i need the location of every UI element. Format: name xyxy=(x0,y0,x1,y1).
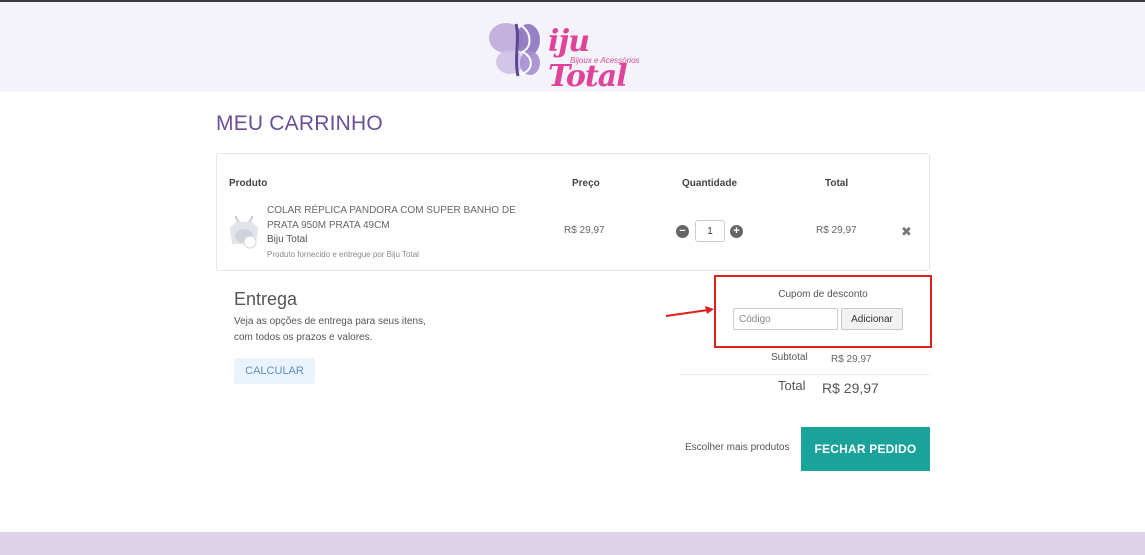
header-total: Total xyxy=(825,178,849,189)
cart-table: Produto Preço Quantidade Total COLAR RÉP… xyxy=(216,153,930,271)
red-arrow-annotation xyxy=(665,306,714,317)
subtotal-value: R$ 29,97 xyxy=(831,354,872,365)
shipping-title: Entrega xyxy=(234,289,298,309)
coupon-label: Cupom de desconto xyxy=(778,289,868,300)
footer-band xyxy=(0,532,1145,555)
coupon-code-input[interactable] xyxy=(733,308,838,330)
quantity-decrease-button[interactable]: − xyxy=(676,225,689,238)
logo-subtitle: Bijoux e Acessórios xyxy=(570,56,640,65)
site-logo[interactable]: iju Total Bijoux e Acessórios xyxy=(486,18,666,94)
calculate-shipping-button[interactable]: CALCULAR xyxy=(234,358,315,384)
shipping-description: Veja as opções de entrega para seus iten… xyxy=(234,316,426,343)
coupon-section: Cupom de desconto Adicionar xyxy=(714,275,932,348)
total-value: R$ 29,97 xyxy=(822,380,879,396)
product-brand: Biju Total xyxy=(267,234,308,245)
checkout-button[interactable]: FECHAR PEDIDO xyxy=(801,427,930,471)
quantity-input[interactable] xyxy=(695,220,725,242)
page-title: MEU CARRINHO xyxy=(216,112,383,135)
remove-item-icon[interactable]: ✖ xyxy=(901,224,912,240)
plus-icon: + xyxy=(733,225,740,237)
header-quantidade: Quantidade xyxy=(682,178,738,189)
product-fulfillment-note: Produto fornecido e entregue por Biju To… xyxy=(267,250,419,259)
total-label: Total xyxy=(778,378,806,393)
row-total: R$ 29,97 xyxy=(816,225,857,236)
header-produto: Produto xyxy=(229,178,268,189)
site-header: iju Total Bijoux e Acessórios xyxy=(0,2,1145,94)
product-name[interactable]: COLAR RÉPLICA PANDORA COM SUPER BANHO DE… xyxy=(267,203,527,233)
product-thumbnail[interactable] xyxy=(226,212,262,252)
minus-icon: − xyxy=(679,225,686,237)
subtotal-label: Subtotal xyxy=(771,352,808,363)
continue-shopping-link[interactable]: Escolher mais produtos xyxy=(685,442,790,453)
butterfly-logo-icon xyxy=(489,23,540,77)
quantity-increase-button[interactable]: + xyxy=(730,225,743,238)
summary-divider xyxy=(680,374,930,375)
header-preco: Preço xyxy=(572,178,600,189)
add-coupon-button[interactable]: Adicionar xyxy=(841,308,903,330)
product-price: R$ 29,97 xyxy=(564,225,605,236)
